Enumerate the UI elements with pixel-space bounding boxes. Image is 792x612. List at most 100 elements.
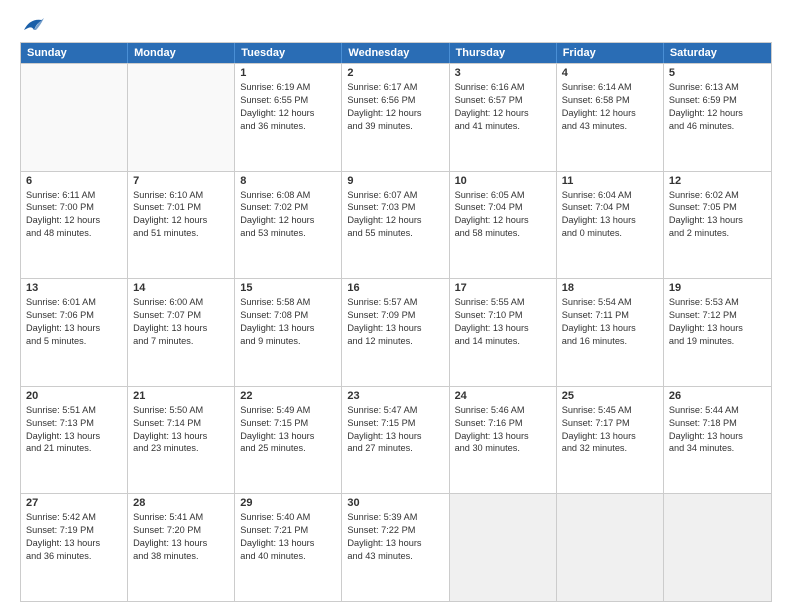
day-info-line: Sunset: 7:20 PM [133, 524, 229, 537]
day-info: Sunrise: 6:14 AMSunset: 6:58 PMDaylight:… [562, 81, 658, 133]
day-info-line: Sunset: 7:16 PM [455, 417, 551, 430]
day-cell-20: 20Sunrise: 5:51 AMSunset: 7:13 PMDayligh… [21, 387, 128, 494]
day-info-line: Sunrise: 5:51 AM [26, 404, 122, 417]
day-info: Sunrise: 6:13 AMSunset: 6:59 PMDaylight:… [669, 81, 766, 133]
day-info-line: Sunset: 6:57 PM [455, 94, 551, 107]
day-info-line: Sunset: 7:14 PM [133, 417, 229, 430]
day-cell-2: 2 Sunrise: 6:17 AMSunset: 6:56 PMDaylight… [342, 64, 449, 171]
day-cell-24: 24Sunrise: 5:46 AMSunset: 7:16 PMDayligh… [450, 387, 557, 494]
day-cell-21: 21 Sunrise: 5:50 AMSunset: 7:14 PMDayligh… [128, 387, 235, 494]
empty-cell [664, 494, 771, 601]
day-info-line: Sunrise: 6:17 AM [347, 81, 443, 94]
day-info-line: Daylight: 12 hours [455, 214, 551, 227]
day-info-line: and 23 minutes. [133, 442, 229, 455]
day-info-line: Sunset: 7:11 PM [562, 309, 658, 322]
day-info-line: Sunset: 6:55 PM [240, 94, 336, 107]
day-info-line: Sunset: 7:17 PM [562, 417, 658, 430]
day-info-line: and 16 minutes. [562, 335, 658, 348]
day-info-line: Daylight: 13 hours [562, 322, 658, 335]
day-cell-18: 18 Sunrise: 5:54 AMSunset: 7:11 PMDayligh… [557, 279, 664, 386]
day-info-line: Sunrise: 6:10 AM [133, 189, 229, 202]
day-info-line: and 2 minutes. [669, 227, 766, 240]
day-info-line: Daylight: 13 hours [347, 322, 443, 335]
day-info: Sunrise: 6:04 AMSunset: 7:04 PMDaylight:… [562, 189, 658, 241]
day-number: 12 [669, 175, 766, 187]
day-info-line: Sunset: 7:19 PM [26, 524, 122, 537]
day-number: 9 [347, 175, 443, 187]
day-cell-28: 28Sunrise: 5:41 AMSunset: 7:20 PMDayligh… [128, 494, 235, 601]
day-info-line: Sunrise: 5:47 AM [347, 404, 443, 417]
week-row-4: 20Sunrise: 5:51 AMSunset: 7:13 PMDayligh… [21, 386, 771, 494]
day-info-line: Sunrise: 6:13 AM [669, 81, 766, 94]
day-info-line: and 55 minutes. [347, 227, 443, 240]
day-number: 3 [455, 67, 551, 79]
day-info-line: Daylight: 12 hours [240, 107, 336, 120]
day-info-line: Daylight: 13 hours [455, 322, 551, 335]
day-info-line: and 43 minutes. [562, 120, 658, 133]
week-row-1: 1 Sunrise: 6:19 AMSunset: 6:55 PMDaylight… [21, 63, 771, 171]
day-cell-30: 30Sunrise: 5:39 AMSunset: 7:22 PMDayligh… [342, 494, 449, 601]
calendar-body: 1Sunrise: 6:19 AMSunset: 6:55 PMDaylight… [21, 63, 771, 601]
day-info-line: Daylight: 13 hours [347, 537, 443, 550]
day-info: Sunrise: 6:00 AMSunset: 7:07 PMDaylight:… [133, 296, 229, 348]
day-info: Sunrise: 5:53 AMSunset: 7:12 PMDaylight:… [669, 296, 766, 348]
day-number: 26 [669, 390, 766, 402]
logo [20, 16, 44, 34]
day-number: 22 [240, 390, 336, 402]
day-number: 1 [240, 67, 336, 79]
day-info-line: Sunset: 7:21 PM [240, 524, 336, 537]
day-number: 18 [562, 282, 658, 294]
day-info-line: Daylight: 13 hours [133, 430, 229, 443]
calendar: SundayMondayTuesdayWednesdayThursdayFrid… [20, 42, 772, 602]
day-info-line: Daylight: 13 hours [26, 430, 122, 443]
day-info-line: Daylight: 13 hours [26, 322, 122, 335]
day-info-line: Sunset: 7:15 PM [240, 417, 336, 430]
day-cell-22: 22 Sunrise: 5:49 AMSunset: 7:15 PMDayligh… [235, 387, 342, 494]
day-info: Sunrise: 6:11 AMSunset: 7:00 PMDaylight:… [26, 189, 122, 241]
day-info-line: Daylight: 13 hours [240, 537, 336, 550]
day-info-line: Sunrise: 5:44 AM [669, 404, 766, 417]
day-info-line: Daylight: 13 hours [240, 322, 336, 335]
day-number: 21 [133, 390, 229, 402]
day-info-line: and 58 minutes. [455, 227, 551, 240]
day-info-line: Sunset: 7:02 PM [240, 201, 336, 214]
day-info: Sunrise: 5:54 AMSunset: 7:11 PMDaylight:… [562, 296, 658, 348]
day-info: Sunrise: 6:01 AMSunset: 7:06 PMDaylight:… [26, 296, 122, 348]
day-info-line: Daylight: 12 hours [133, 214, 229, 227]
day-info-line: Sunset: 7:09 PM [347, 309, 443, 322]
day-cell-23: 23Sunrise: 5:47 AMSunset: 7:15 PMDayligh… [342, 387, 449, 494]
day-number: 13 [26, 282, 122, 294]
day-number: 4 [562, 67, 658, 79]
day-info-line: and 9 minutes. [240, 335, 336, 348]
day-info-line: Daylight: 13 hours [240, 430, 336, 443]
col-header-friday: Friday [557, 43, 664, 63]
day-info: Sunrise: 6:17 AMSunset: 6:56 PMDaylight:… [347, 81, 443, 133]
day-number: 2 [347, 67, 443, 79]
day-info-line: and 30 minutes. [455, 442, 551, 455]
day-info-line: and 53 minutes. [240, 227, 336, 240]
day-info-line: Sunrise: 5:49 AM [240, 404, 336, 417]
day-info: Sunrise: 6:19 AMSunset: 6:55 PMDaylight:… [240, 81, 336, 133]
day-info-line: Sunrise: 5:50 AM [133, 404, 229, 417]
day-info-line: Sunrise: 5:41 AM [133, 511, 229, 524]
day-number: 28 [133, 497, 229, 509]
day-info-line: and 39 minutes. [347, 120, 443, 133]
day-info-line: and 40 minutes. [240, 550, 336, 563]
day-info-line: and 19 minutes. [669, 335, 766, 348]
day-info-line: Sunrise: 6:05 AM [455, 189, 551, 202]
day-info-line: Sunset: 6:59 PM [669, 94, 766, 107]
day-info: Sunrise: 5:55 AMSunset: 7:10 PMDaylight:… [455, 296, 551, 348]
day-info-line: and 36 minutes. [240, 120, 336, 133]
day-number: 11 [562, 175, 658, 187]
day-info: Sunrise: 6:02 AMSunset: 7:05 PMDaylight:… [669, 189, 766, 241]
day-cell-5: 5Sunrise: 6:13 AMSunset: 6:59 PMDaylight… [664, 64, 771, 171]
day-info-line: Sunrise: 6:19 AM [240, 81, 336, 94]
day-cell-9: 9Sunrise: 6:07 AMSunset: 7:03 PMDaylight… [342, 172, 449, 279]
day-info-line: Sunset: 7:22 PM [347, 524, 443, 537]
day-cell-17: 17Sunrise: 5:55 AMSunset: 7:10 PMDayligh… [450, 279, 557, 386]
week-row-3: 13 Sunrise: 6:01 AMSunset: 7:06 PMDayligh… [21, 278, 771, 386]
day-info-line: Sunset: 7:10 PM [455, 309, 551, 322]
day-info-line: Sunset: 7:04 PM [455, 201, 551, 214]
col-header-saturday: Saturday [664, 43, 771, 63]
day-info-line: and 41 minutes. [455, 120, 551, 133]
